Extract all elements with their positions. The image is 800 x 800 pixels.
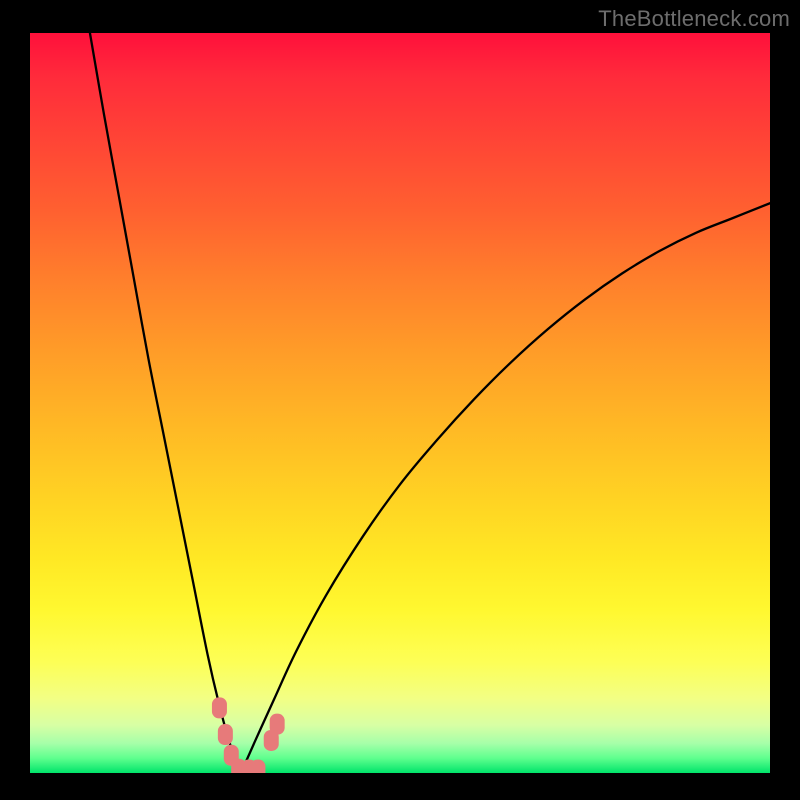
optimal-marker: [231, 759, 246, 773]
watermark-label: TheBottleneck.com: [598, 6, 790, 32]
optimal-marker: [250, 760, 265, 773]
curve-left-branch: [90, 33, 241, 773]
curve-right-branch: [241, 203, 770, 773]
optimal-marker: [242, 760, 257, 773]
optimal-marker: [218, 724, 233, 745]
optimal-marker: [270, 714, 285, 735]
optimal-marker: [212, 697, 227, 718]
chart-frame: TheBottleneck.com: [0, 0, 800, 800]
bottleneck-curve: [30, 33, 770, 773]
optimal-marker: [224, 745, 239, 766]
optimal-marker: [264, 730, 279, 751]
chart-plot-area: [30, 33, 770, 773]
optimal-zone-markers: [212, 697, 285, 773]
